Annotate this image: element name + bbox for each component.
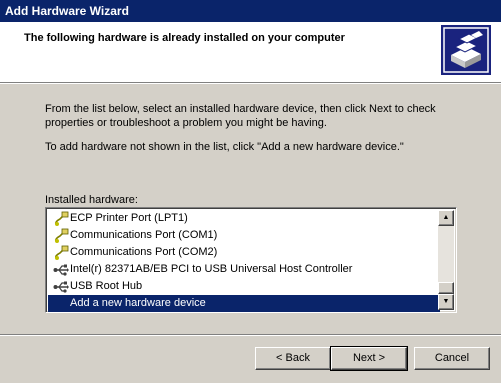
scroll-up-button[interactable]: ▲ (438, 210, 454, 226)
header-divider (0, 83, 501, 84)
footer-divider (0, 334, 501, 336)
wizard-header: The following hardware is already instal… (0, 22, 501, 83)
add-hardware-hint: To add hardware not shown in the list, c… (45, 141, 404, 153)
scroll-thumb[interactable] (438, 282, 454, 294)
list-item[interactable]: Communications Port (COM1) (48, 227, 440, 244)
list-item-label: USB Root Hub (70, 280, 143, 292)
title-bar[interactable]: Add Hardware Wizard (0, 0, 501, 22)
port-icon (55, 211, 69, 226)
usb-icon (53, 264, 69, 276)
list-item-label: ECP Printer Port (LPT1) (70, 212, 188, 224)
cancel-button[interactable]: Cancel (414, 347, 490, 370)
vertical-scrollbar[interactable]: ▲ ▼ (438, 210, 454, 310)
hardware-wizard-icon (441, 25, 491, 75)
list-item[interactable]: ECP Printer Port (LPT1) (48, 210, 440, 227)
list-item[interactable]: USB Root Hub (48, 278, 440, 295)
add-hardware-wizard-window: Add Hardware Wizard The following hardwa… (0, 0, 501, 383)
list-item-label: Intel(r) 82371AB/EB PCI to USB Universal… (70, 263, 353, 275)
list-item-label: Communications Port (COM2) (70, 246, 218, 258)
list-rows: ECP Printer Port (LPT1) Communications Po… (48, 210, 440, 312)
window-title: Add Hardware Wizard (5, 4, 129, 18)
list-item[interactable]: Intel(r) 82371AB/EB PCI to USB Universal… (48, 261, 440, 278)
next-button[interactable]: Next > (330, 346, 408, 371)
installed-hardware-label: Installed hardware: (45, 194, 138, 206)
list-item-label: Add a new hardware device (70, 297, 206, 309)
usb-icon (53, 281, 69, 293)
port-icon (55, 245, 69, 260)
list-item[interactable]: Communications Port (COM2) (48, 244, 440, 261)
list-item-label: Communications Port (COM1) (70, 229, 218, 241)
installed-hardware-list[interactable]: ECP Printer Port (LPT1) Communications Po… (45, 207, 457, 313)
instructions-text: From the list below, select an installed… (45, 103, 436, 129)
list-item[interactable]: Add a new hardware device (48, 295, 440, 312)
port-icon (55, 228, 69, 243)
back-button[interactable]: < Back (255, 347, 331, 370)
scroll-down-button[interactable]: ▼ (438, 294, 454, 310)
header-title: The following hardware is already instal… (24, 32, 345, 44)
